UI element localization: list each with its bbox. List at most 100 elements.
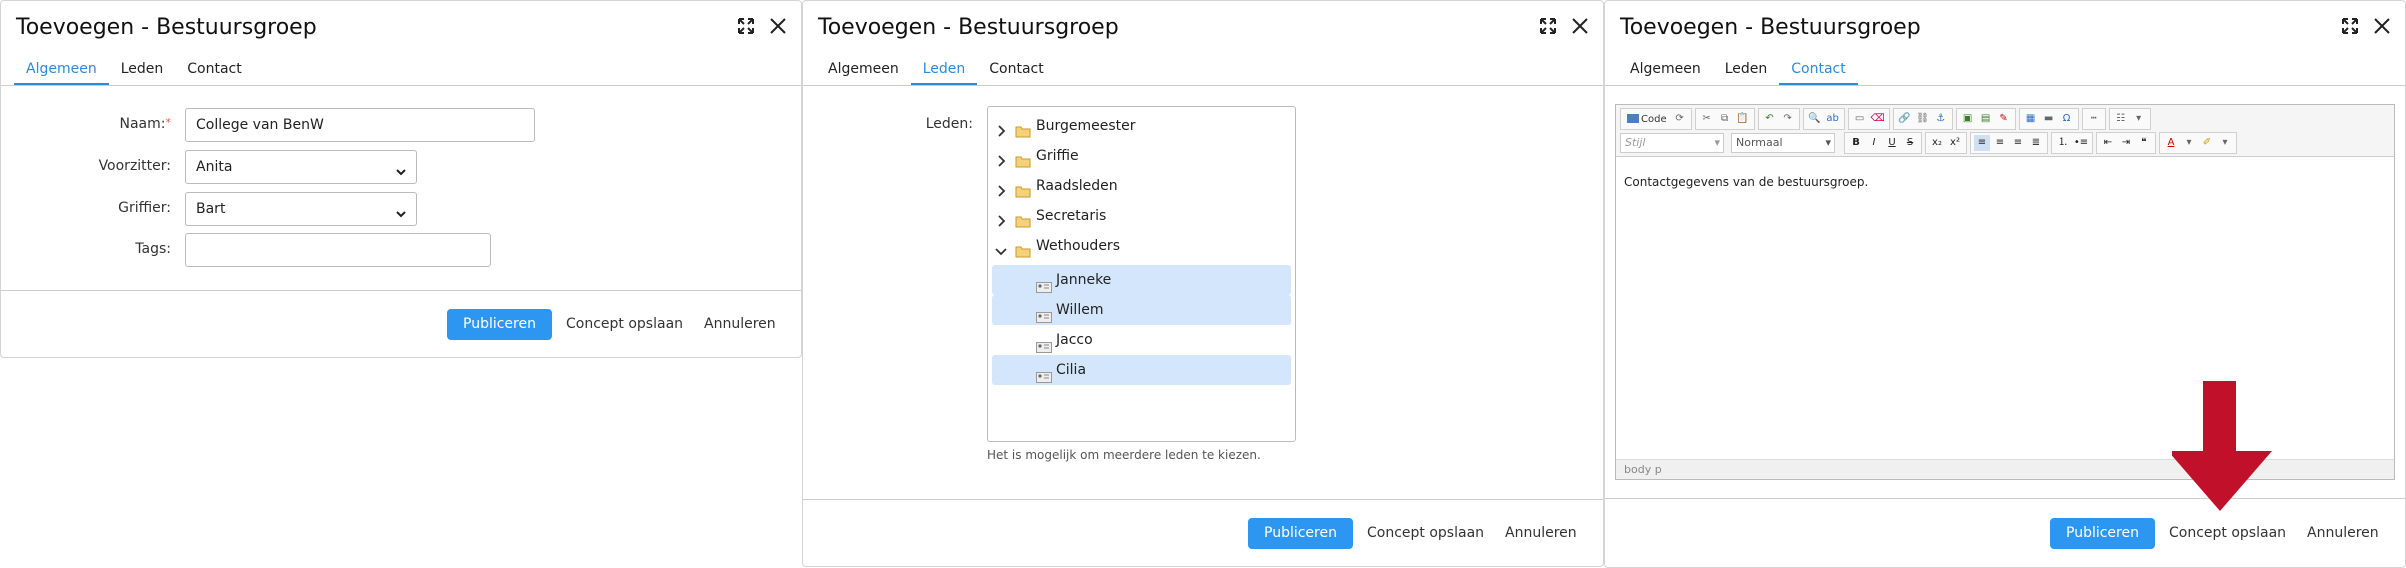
strikethrough-icon[interactable]: S xyxy=(1902,135,1918,151)
cancel-button[interactable]: Annuleren xyxy=(1505,518,1577,549)
select-all-icon[interactable]: ▭ xyxy=(1852,111,1868,127)
editor-content[interactable]: Contactgegevens van de bestuursgroep. xyxy=(1624,175,1868,189)
tree-node-secretaris[interactable]: Secretaris xyxy=(988,201,1295,231)
superscript-icon[interactable]: x² xyxy=(1947,135,1963,151)
tree-node-burgemeester[interactable]: Burgemeester xyxy=(988,111,1295,141)
horizontal-rule-icon[interactable]: ▬ xyxy=(2041,111,2057,127)
tab-leden[interactable]: Leden xyxy=(109,57,176,85)
tab-contact[interactable]: Contact xyxy=(175,57,253,85)
tab-leden[interactable]: Leden xyxy=(1713,57,1780,85)
style-select[interactable]: Stijl ▾ xyxy=(1620,133,1724,153)
text-color-icon[interactable]: A xyxy=(2163,135,2179,151)
templates-icon[interactable]: ☷ xyxy=(2113,111,2129,127)
griffier-value: Bart xyxy=(196,201,226,217)
dialog-title: Toevoegen - Bestuursgroep xyxy=(818,15,1119,40)
publish-button[interactable]: Publiceren xyxy=(1248,518,1353,549)
maximize-icon[interactable] xyxy=(2341,17,2359,35)
preview-icon[interactable]: ⟳ xyxy=(1672,111,1688,127)
close-icon[interactable] xyxy=(769,17,787,35)
tab-algemeen[interactable]: Algemeen xyxy=(1618,57,1713,85)
tags-input[interactable] xyxy=(185,233,491,267)
rich-text-editor[interactable]: Code ⟳ ✂ ⧉ 📋 ↶ ↷ 🔍 ab ▭ ⌫ 🔗 ⛓ ⚓ ▣ ▤ ✎ ▦ … xyxy=(1615,104,2395,480)
maximize-icon[interactable] xyxy=(1539,17,1557,35)
remove-format-icon[interactable]: ⌫ xyxy=(1870,111,1886,127)
table-icon[interactable]: ▦ xyxy=(2023,111,2039,127)
pointer-arrow-icon xyxy=(2172,381,2272,511)
publish-button[interactable]: Publiceren xyxy=(447,309,552,340)
tab-contact[interactable]: Contact xyxy=(977,57,1055,85)
source-code-button[interactable]: Code xyxy=(1624,114,1670,125)
underline-icon[interactable]: U xyxy=(1884,135,1900,151)
italic-icon[interactable]: I xyxy=(1866,135,1882,151)
cancel-button[interactable]: Annuleren xyxy=(2307,518,2379,549)
subscript-icon[interactable]: x₂ xyxy=(1929,135,1945,151)
tree-node-raadsleden[interactable]: Raadsleden xyxy=(988,171,1295,201)
redo-icon[interactable]: ↷ xyxy=(1780,111,1796,127)
tree-node-cilia[interactable]: Cilia xyxy=(992,355,1291,385)
chevron-down-icon: ▾ xyxy=(1714,136,1720,149)
tab-contact[interactable]: Contact xyxy=(1779,57,1858,85)
save-draft-button[interactable]: Concept opslaan xyxy=(2169,518,2286,549)
align-left-icon[interactable]: ≡ xyxy=(1974,135,1990,151)
undo-icon[interactable]: ↶ xyxy=(1762,111,1778,127)
media-icon[interactable]: ▤ xyxy=(1978,111,1994,127)
dropdown-arrow-icon[interactable]: ▾ xyxy=(2181,135,2197,151)
tab-algemeen[interactable]: Algemeen xyxy=(14,57,109,85)
replace-icon[interactable]: ab xyxy=(1825,111,1841,127)
link-icon[interactable]: 🔗 xyxy=(1897,111,1913,127)
dropdown-arrow-icon[interactable]: ▾ xyxy=(2217,135,2233,151)
save-draft-button[interactable]: Concept opslaan xyxy=(1367,518,1484,549)
align-center-icon[interactable]: ≡ xyxy=(1992,135,2008,151)
dialog-title: Toevoegen - Bestuursgroep xyxy=(1620,15,1921,40)
tree-label: Burgemeester xyxy=(1036,118,1136,134)
editor-toolbar: Code ⟳ ✂ ⧉ 📋 ↶ ↷ 🔍 ab ▭ ⌫ 🔗 ⛓ ⚓ ▣ ▤ ✎ ▦ … xyxy=(1616,105,2394,157)
griffier-label: Griffier: xyxy=(118,200,171,216)
numbered-list-icon[interactable]: ⒈ xyxy=(2055,135,2071,151)
tree-node-willem[interactable]: Willem xyxy=(992,295,1291,325)
format-select[interactable]: Normaal ▾ xyxy=(1731,133,1835,153)
close-icon[interactable] xyxy=(2373,17,2391,35)
dialog-algemeen: Toevoegen - Bestuursgroep Algemeen Leden… xyxy=(0,0,802,358)
unlink-icon[interactable]: ⛓ xyxy=(1915,111,1931,127)
save-draft-button[interactable]: Concept opslaan xyxy=(566,309,683,340)
tree-node-janneke[interactable]: Janneke xyxy=(992,265,1291,295)
tab-leden[interactable]: Leden xyxy=(910,57,978,85)
special-char-icon[interactable]: Ω xyxy=(2059,111,2075,127)
indent-icon[interactable]: ⇥ xyxy=(2118,135,2134,151)
dialog-title: Toevoegen - Bestuursgroep xyxy=(16,15,317,40)
highlight-color-icon[interactable]: ✐ xyxy=(2199,135,2215,151)
tree-label: Janneke xyxy=(1056,272,1112,288)
maximize-icon[interactable] xyxy=(737,17,755,35)
align-right-icon[interactable]: ≡ xyxy=(2010,135,2026,151)
publish-button[interactable]: Publiceren xyxy=(2050,518,2155,549)
blockquote-icon[interactable]: ❝ xyxy=(2136,135,2152,151)
tree-label: Raadsleden xyxy=(1036,178,1118,194)
griffier-select[interactable]: Bart xyxy=(185,192,417,226)
bulleted-list-icon[interactable]: •≡ xyxy=(2073,135,2089,151)
dropdown-arrow-icon[interactable]: ▾ xyxy=(2131,111,2147,127)
flash-icon[interactable]: ✎ xyxy=(1996,111,2012,127)
page-break-icon[interactable]: ┅ xyxy=(2086,111,2102,127)
image-icon[interactable]: ▣ xyxy=(1960,111,1976,127)
bold-icon[interactable]: B xyxy=(1848,135,1864,151)
voorzitter-select[interactable]: Anita xyxy=(185,150,417,184)
cancel-button[interactable]: Annuleren xyxy=(704,309,776,340)
copy-icon[interactable]: ⧉ xyxy=(1717,111,1733,127)
align-justify-icon[interactable]: ≣ xyxy=(2028,135,2044,151)
tree-node-griffie[interactable]: Griffie xyxy=(988,141,1295,171)
find-icon[interactable]: 🔍 xyxy=(1807,111,1823,127)
tree-label: Cilia xyxy=(1056,362,1087,378)
cut-icon[interactable]: ✂ xyxy=(1699,111,1715,127)
tree-label: Wethouders xyxy=(1036,238,1120,254)
outdent-icon[interactable]: ⇤ xyxy=(2100,135,2116,151)
tab-algemeen[interactable]: Algemeen xyxy=(816,57,911,85)
tree-node-wethouders[interactable]: Wethouders xyxy=(988,231,1295,261)
naam-input[interactable]: College van BenW xyxy=(185,108,535,142)
chevron-down-icon xyxy=(394,159,408,176)
leden-label: Leden: xyxy=(925,116,973,132)
anchor-icon[interactable]: ⚓ xyxy=(1933,111,1949,127)
leden-tree[interactable]: Burgemeester Griffie Raadsleden Secretar… xyxy=(987,106,1296,442)
close-icon[interactable] xyxy=(1571,17,1589,35)
paste-icon[interactable]: 📋 xyxy=(1735,111,1751,127)
tree-node-jacco[interactable]: Jacco xyxy=(988,325,1295,355)
